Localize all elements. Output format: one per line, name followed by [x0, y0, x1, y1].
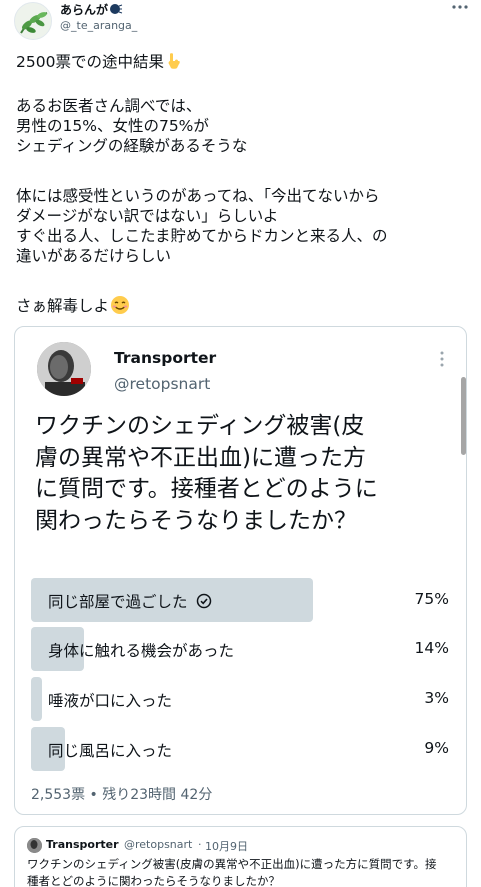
tweet-paragraph-2: あるお医者さん調べでは、 男性の15%、女性の75%が シェディングの経験がある… — [16, 97, 248, 155]
tweet-line-1: 2500票での途中結果 — [16, 52, 472, 72]
tweet-paragraph-4: さぁ解毒しよ — [16, 295, 130, 316]
poll-option-2[interactable]: 身体に触れる機会があった 14% — [31, 627, 451, 671]
author-display-name[interactable]: あらんが — [60, 1, 123, 18]
embed-more-options-icon[interactable] — [438, 349, 446, 369]
poll-percent-3: 3% — [424, 689, 449, 707]
poll-percent-2: 14% — [414, 639, 449, 657]
smiling-face-emoji-icon — [111, 296, 130, 314]
quoted-tweet-card[interactable]: Transporter @retopsnart · 10月9日 ワクチンのシェデ… — [14, 826, 467, 887]
poll-label-1: 同じ部屋で過ごした — [48, 590, 212, 612]
tweet-text: 2500票での途中結果 あるお医者さん調べでは、 男性の15%、女性の75%が … — [16, 52, 472, 315]
author-avatar[interactable] — [14, 2, 52, 40]
poll-option-1[interactable]: 同じ部屋で過ごした 75% — [31, 578, 451, 622]
author-name-text: あらんが — [60, 3, 109, 17]
more-options-icon[interactable] — [450, 0, 470, 16]
tweet-line-1-text: 2500票での途中結果 — [16, 53, 164, 71]
quote-separator: · — [198, 838, 202, 851]
poll-bar-3 — [31, 677, 42, 721]
poll-vote-count-and-time: 2,553票 • 残り23時間 42分 — [31, 787, 213, 803]
embed-author-handle[interactable]: @retopsnart — [114, 375, 210, 393]
poll-percent-4: 9% — [424, 739, 449, 757]
author-handle[interactable]: @_te_aranga_ — [60, 19, 137, 32]
poll-option-3[interactable]: 唾液が口に入った 3% — [31, 677, 451, 721]
tweet-paragraph-3: 体には感受性というのがあってね、「今出てないから ダメージがない訳ではない」らし… — [16, 187, 388, 265]
quote-author-avatar[interactable] — [27, 838, 42, 853]
poll-option-4[interactable]: 同じ風呂に入った 9% — [31, 727, 451, 771]
poll-percent-1: 75% — [414, 590, 449, 608]
embed-author-avatar[interactable] — [37, 342, 91, 396]
embed-scrollbar[interactable] — [461, 377, 466, 455]
pointing-down-emoji-icon — [168, 53, 180, 69]
quote-text: ワクチンのシェディング被害(皮膚の異常や不正出血)に遭った方に質問です。接 種者… — [27, 857, 437, 887]
poll-label-4: 同じ風呂に入った — [48, 742, 173, 760]
embed-author-name[interactable]: Transporter — [114, 349, 216, 367]
poll-label-3: 唾液が口に入った — [48, 692, 173, 710]
poll-label-1-text: 同じ部屋で過ごした — [48, 593, 188, 611]
check-circle-icon — [196, 593, 211, 609]
quote-date[interactable]: 10月9日 — [205, 838, 248, 854]
tweet-header: あらんが @_te_aranga_ — [0, 0, 481, 44]
poll-question: ワクチンのシェディング被害(皮 膚の異常や不正出血)に遭った方 に質問です。接種… — [35, 413, 378, 534]
quote-author-name[interactable]: Transporter — [46, 838, 119, 851]
quote-author-handle[interactable]: @retopsnart — [124, 838, 192, 851]
embedded-poll-card[interactable]: Transporter @retopsnart ワクチンのシェディング被害(皮 … — [14, 326, 467, 815]
face-speaking-icon — [110, 4, 123, 14]
tweet-paragraph-4-text: さぁ解毒しよ — [16, 297, 110, 315]
poll-label-2: 身体に触れる機会があった — [48, 642, 235, 660]
